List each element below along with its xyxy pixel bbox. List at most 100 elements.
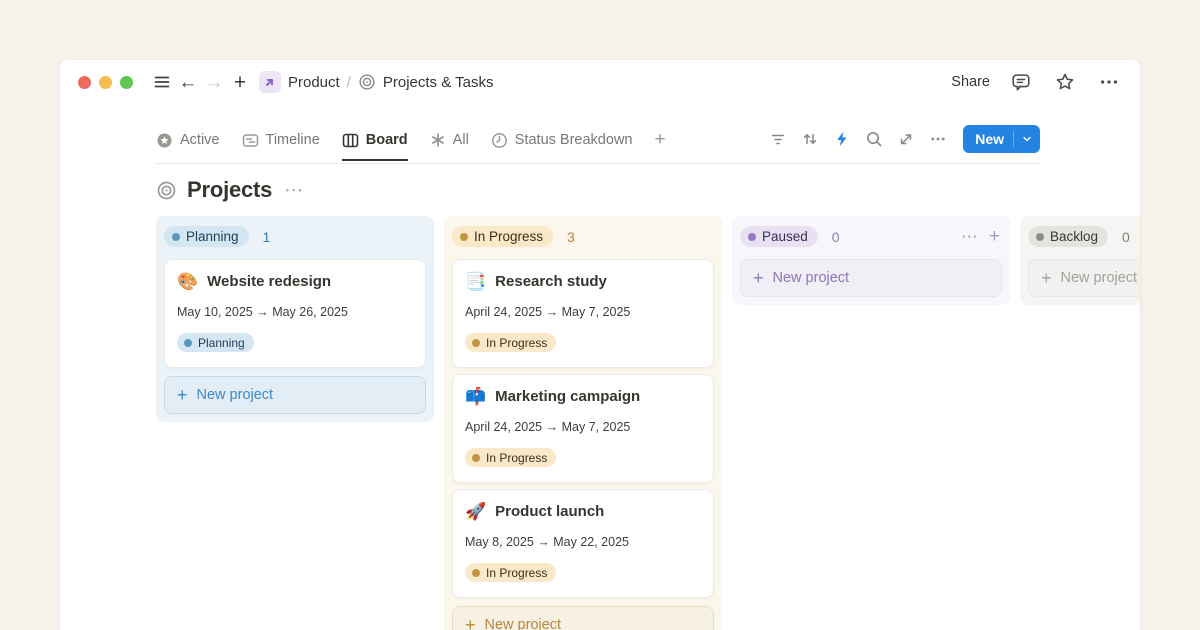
titlebar: ← → + Product / Projects & Tasks Share	[60, 60, 1140, 104]
status-label: In Progress	[474, 229, 543, 244]
tab-all[interactable]: All	[430, 132, 469, 160]
status-label: In Progress	[486, 336, 547, 350]
new-button[interactable]: New	[963, 125, 1040, 153]
new-project-button[interactable]: + New project	[740, 259, 1002, 297]
board-icon	[342, 132, 359, 149]
column-count: 3	[567, 229, 575, 245]
new-project-button[interactable]: + New project	[452, 606, 714, 630]
breadcrumb-separator: /	[347, 74, 351, 91]
status-badge: In Progress	[465, 563, 556, 582]
breadcrumb-workspace[interactable]: Product	[288, 74, 340, 91]
filter-icon[interactable]	[765, 127, 791, 151]
new-project-label: New project	[1061, 270, 1138, 286]
chevron-down-icon[interactable]	[1014, 133, 1040, 145]
comments-icon[interactable]	[1008, 69, 1034, 95]
clock-icon	[491, 132, 508, 149]
tab-label: Active	[180, 132, 220, 148]
status-label: Paused	[762, 229, 808, 244]
board: Planning 1 🎨 Website redesign May 10, 20…	[156, 216, 1140, 630]
board-column-in-progress: In Progress 3 📑 Research study April 24,…	[444, 216, 722, 630]
tab-label: Timeline	[266, 132, 320, 148]
project-title: Website redesign	[207, 273, 331, 290]
star-circle-icon	[156, 132, 173, 149]
status-dot	[472, 454, 480, 462]
board-column-backlog: Backlog 0 + New project	[1020, 216, 1140, 305]
sidebar-menu-icon[interactable]	[149, 69, 175, 95]
more-options-icon[interactable]	[1096, 69, 1122, 95]
column-more-icon[interactable]: ⋯	[961, 228, 979, 245]
project-title: Product launch	[495, 503, 604, 520]
new-project-label: New project	[485, 617, 562, 630]
window-controls	[78, 76, 133, 89]
page-header: Projects ⋯	[156, 177, 1040, 203]
status-badge[interactable]: In Progress	[452, 226, 553, 247]
breadcrumb-page[interactable]: Projects & Tasks	[383, 74, 494, 91]
plus-icon: +	[177, 386, 188, 404]
project-card[interactable]: 📫 Marketing campaign April 24, 2025 → Ma…	[452, 374, 714, 483]
board-column-paused: Paused 0 ⋯ + + New project	[732, 216, 1010, 305]
status-badge: Planning	[177, 333, 254, 352]
share-button[interactable]: Share	[951, 74, 990, 90]
tab-board[interactable]: Board	[342, 132, 408, 161]
new-page-button[interactable]: +	[227, 69, 253, 95]
automation-bolt-icon[interactable]	[829, 127, 855, 151]
forward-arrow-icon: →	[205, 73, 224, 92]
column-count: 0	[1122, 229, 1130, 245]
asterisk-icon	[430, 132, 446, 148]
bookmark-tabs-icon: 📑	[465, 273, 486, 290]
tab-label: Status Breakdown	[515, 132, 633, 148]
column-add-icon[interactable]: +	[989, 227, 1000, 246]
new-button-label: New	[963, 131, 1013, 147]
status-badge[interactable]: Backlog	[1028, 226, 1108, 247]
new-project-label: New project	[773, 270, 850, 286]
page-more-icon[interactable]: ⋯	[284, 179, 304, 202]
column-count: 1	[263, 229, 271, 245]
back-button[interactable]: ←	[175, 69, 201, 95]
view-tabs: Active Timeline Board All Status Breakdo…	[156, 129, 666, 163]
forward-button[interactable]: →	[201, 69, 227, 95]
status-badge: In Progress	[465, 448, 556, 467]
search-icon[interactable]	[861, 127, 887, 151]
status-dot	[460, 233, 468, 241]
app-window: ← → + Product / Projects & Tasks Share	[60, 60, 1140, 630]
project-title: Research study	[495, 273, 607, 290]
status-label: Planning	[198, 336, 245, 350]
status-badge[interactable]: Paused	[740, 226, 818, 247]
status-label: In Progress	[486, 451, 547, 465]
sort-icon[interactable]	[797, 127, 823, 151]
minimize-window-button[interactable]	[99, 76, 112, 89]
new-project-button[interactable]: + New project	[1028, 259, 1140, 297]
column-header: Paused 0 ⋯ +	[740, 226, 1000, 247]
add-view-button[interactable]: +	[654, 129, 665, 163]
maximize-window-button[interactable]	[120, 76, 133, 89]
project-card[interactable]: 📑 Research study April 24, 2025 → May 7,…	[452, 259, 714, 368]
project-dates: April 24, 2025 → May 7, 2025	[465, 420, 701, 434]
column-header: Planning 1	[164, 226, 424, 247]
view-actions: New	[765, 125, 1040, 163]
plus-icon: +	[753, 269, 764, 287]
project-card[interactable]: 🎨 Website redesign May 10, 2025 → May 26…	[164, 259, 426, 368]
page-title: Projects	[187, 177, 272, 203]
status-badge: In Progress	[465, 333, 556, 352]
palette-icon: 🎨	[177, 273, 198, 290]
tab-label: Board	[366, 132, 408, 148]
tab-timeline[interactable]: Timeline	[242, 132, 320, 161]
status-dot	[748, 233, 756, 241]
project-dates: May 10, 2025 → May 26, 2025	[177, 305, 413, 319]
more-view-options-icon[interactable]	[925, 127, 951, 151]
close-window-button[interactable]	[78, 76, 91, 89]
tab-label: All	[453, 132, 469, 148]
project-card[interactable]: 🚀 Product launch May 8, 2025 → May 22, 2…	[452, 489, 714, 598]
status-label: Backlog	[1050, 229, 1098, 244]
plus-icon: +	[1041, 269, 1052, 287]
new-project-button[interactable]: + New project	[164, 376, 426, 414]
column-header: In Progress 3	[452, 226, 712, 247]
status-label: Planning	[186, 229, 239, 244]
new-project-label: New project	[197, 387, 274, 403]
expand-icon[interactable]	[893, 127, 919, 151]
tab-active[interactable]: Active	[156, 132, 220, 161]
tab-status-breakdown[interactable]: Status Breakdown	[491, 132, 633, 161]
status-badge[interactable]: Planning	[164, 226, 249, 247]
favorite-star-icon[interactable]	[1052, 69, 1078, 95]
workspace-icon[interactable]	[259, 71, 281, 93]
